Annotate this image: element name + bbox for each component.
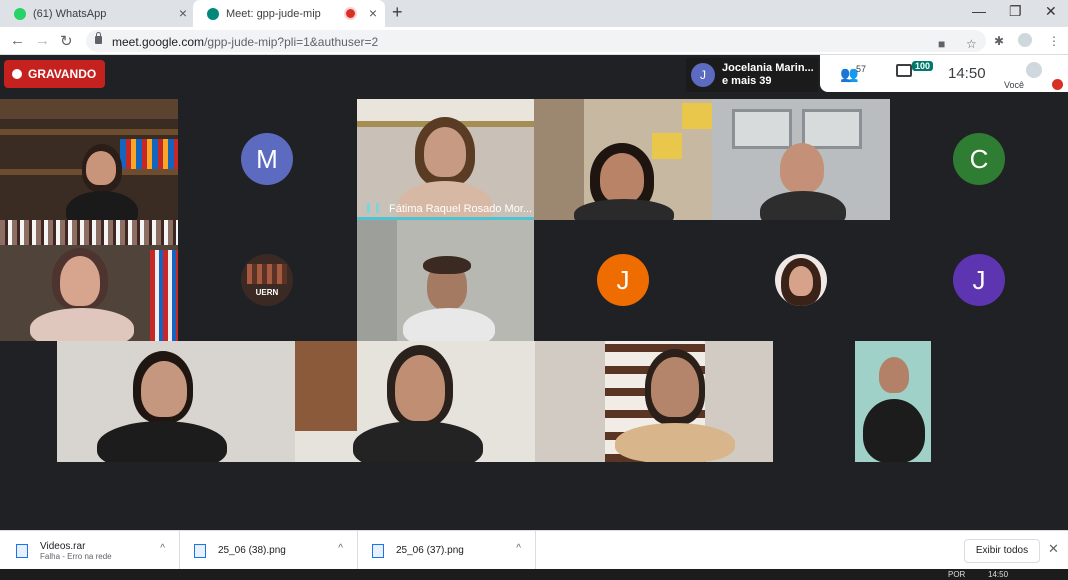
presenter-chip[interactable]: J Jocelania Marin... e mais 39 (686, 58, 818, 92)
recording-badge[interactable]: GRAVANDO (4, 60, 105, 88)
profile-avatar[interactable] (1018, 33, 1032, 47)
browser-tabstrip: (61) WhatsApp × Meet: gpp-jude-mip × + —… (0, 0, 1068, 27)
chevron-up-icon[interactable]: ^ (338, 543, 343, 554)
speaking-icon (367, 203, 379, 213)
file-icon (372, 543, 384, 558)
download-item[interactable]: 25_06 (37).png ^ (358, 531, 536, 570)
download-status: Falha - Erro na rede (40, 551, 112, 561)
meeting-time: 14:50 (948, 65, 986, 82)
close-icon[interactable]: × (369, 5, 377, 21)
back-button[interactable]: ← (10, 32, 25, 49)
participant-tile[interactable]: UERN (178, 220, 356, 341)
participant-tile[interactable]: J (890, 220, 1068, 341)
tab-meet[interactable]: Meet: gpp-jude-mip × (193, 0, 385, 27)
system-clock[interactable]: 14:50 (988, 570, 1008, 579)
extensions-icon[interactable]: ✱ (994, 34, 1004, 48)
file-icon (194, 543, 206, 558)
show-all-button[interactable]: Exibir todos (964, 539, 1040, 563)
self-avatar[interactable] (1026, 62, 1042, 78)
camera-icon[interactable]: ■ (938, 37, 945, 51)
meet-top-controls: 👥 57 100 14:50 Você (820, 55, 1068, 92)
presenter-name: Jocelania Marin... (722, 62, 814, 74)
participant-tile[interactable] (712, 99, 890, 220)
participant-tile[interactable] (534, 99, 712, 220)
participant-tile-speaking[interactable]: Fátima Raquel Rosado Mor... (357, 99, 534, 220)
chat-icon[interactable] (896, 64, 912, 77)
url-host: meet.google.com (112, 35, 205, 49)
reload-button[interactable]: ↻ (60, 32, 73, 50)
you-label: Você (1004, 80, 1025, 90)
mic-off-icon (1052, 79, 1063, 90)
uern-text: UERN (255, 288, 279, 297)
download-name: 25_06 (38).png (218, 545, 286, 556)
file-icon (16, 543, 28, 558)
download-item[interactable]: Videos.rar Falha - Erro na rede ^ (0, 531, 180, 570)
close-icon[interactable]: ✕ (1048, 541, 1059, 557)
close-window-button[interactable]: ✕ (1045, 3, 1057, 20)
download-name: Videos.rar (40, 540, 86, 552)
participant-tile[interactable] (855, 341, 931, 462)
download-name: 25_06 (37).png (396, 545, 464, 556)
participant-avatar: M (241, 133, 293, 185)
chevron-up-icon[interactable]: ^ (516, 543, 521, 554)
recording-label: GRAVANDO (28, 67, 97, 81)
minimize-button[interactable]: — (972, 3, 986, 19)
tab-label: Meet: gpp-jude-mip (226, 7, 321, 20)
participant-tile[interactable] (357, 220, 534, 341)
chat-count-badge: 100 (912, 61, 934, 71)
participant-avatar: J (597, 254, 649, 306)
close-icon[interactable]: × (179, 5, 187, 21)
participants-count: 57 (856, 64, 867, 74)
recording-indicator-icon (346, 9, 355, 18)
participant-tile[interactable] (0, 99, 178, 220)
chevron-up-icon[interactable]: ^ (160, 543, 165, 554)
record-icon (12, 69, 22, 79)
participant-avatar: J (953, 254, 1005, 306)
participant-tile[interactable] (0, 220, 178, 341)
url-path: /gpp-jude-mip?pli=1&authuser=2 (204, 35, 379, 49)
participant-tile[interactable]: M (178, 99, 356, 220)
star-icon[interactable]: ☆ (966, 37, 977, 51)
tab-label: (61) WhatsApp (33, 7, 107, 20)
participant-tile[interactable] (295, 341, 535, 462)
participant-avatar: C (953, 133, 1005, 185)
lock-icon (95, 32, 102, 44)
participant-tile[interactable]: C (890, 99, 1068, 220)
presenter-avatar: J (691, 63, 715, 87)
url-input[interactable]: meet.google.com/gpp-jude-mip?pli=1&authu… (86, 30, 986, 52)
address-bar: ← → ↻ meet.google.com/gpp-jude-mip?pli=1… (0, 27, 1068, 55)
restore-button[interactable]: ❐ (1009, 3, 1022, 20)
participant-tile[interactable] (57, 341, 295, 462)
uern-logo: UERN (241, 254, 293, 306)
participant-tile[interactable]: J (534, 220, 712, 341)
new-tab-button[interactable]: + (392, 2, 403, 23)
os-taskbar: POR 14:50 (0, 569, 1068, 580)
presenter-more: e mais 39 (722, 75, 772, 87)
menu-icon[interactable]: ⋮ (1048, 34, 1060, 48)
meet-icon (207, 7, 219, 20)
language-indicator[interactable]: POR (948, 570, 965, 579)
download-item[interactable]: 25_06 (38).png ^ (180, 531, 358, 570)
tab-whatsapp[interactable]: (61) WhatsApp × (0, 0, 195, 27)
downloads-bar: Videos.rar Falha - Erro na rede ^ 25_06 … (0, 530, 1068, 570)
participant-tile[interactable] (712, 220, 890, 341)
forward-button[interactable]: → (35, 32, 50, 49)
meet-stage: GRAVANDO J Jocelania Marin... e mais 39 … (0, 55, 1068, 530)
whatsapp-icon (14, 7, 26, 20)
participant-tile[interactable] (535, 341, 773, 462)
participant-photo (775, 254, 827, 306)
